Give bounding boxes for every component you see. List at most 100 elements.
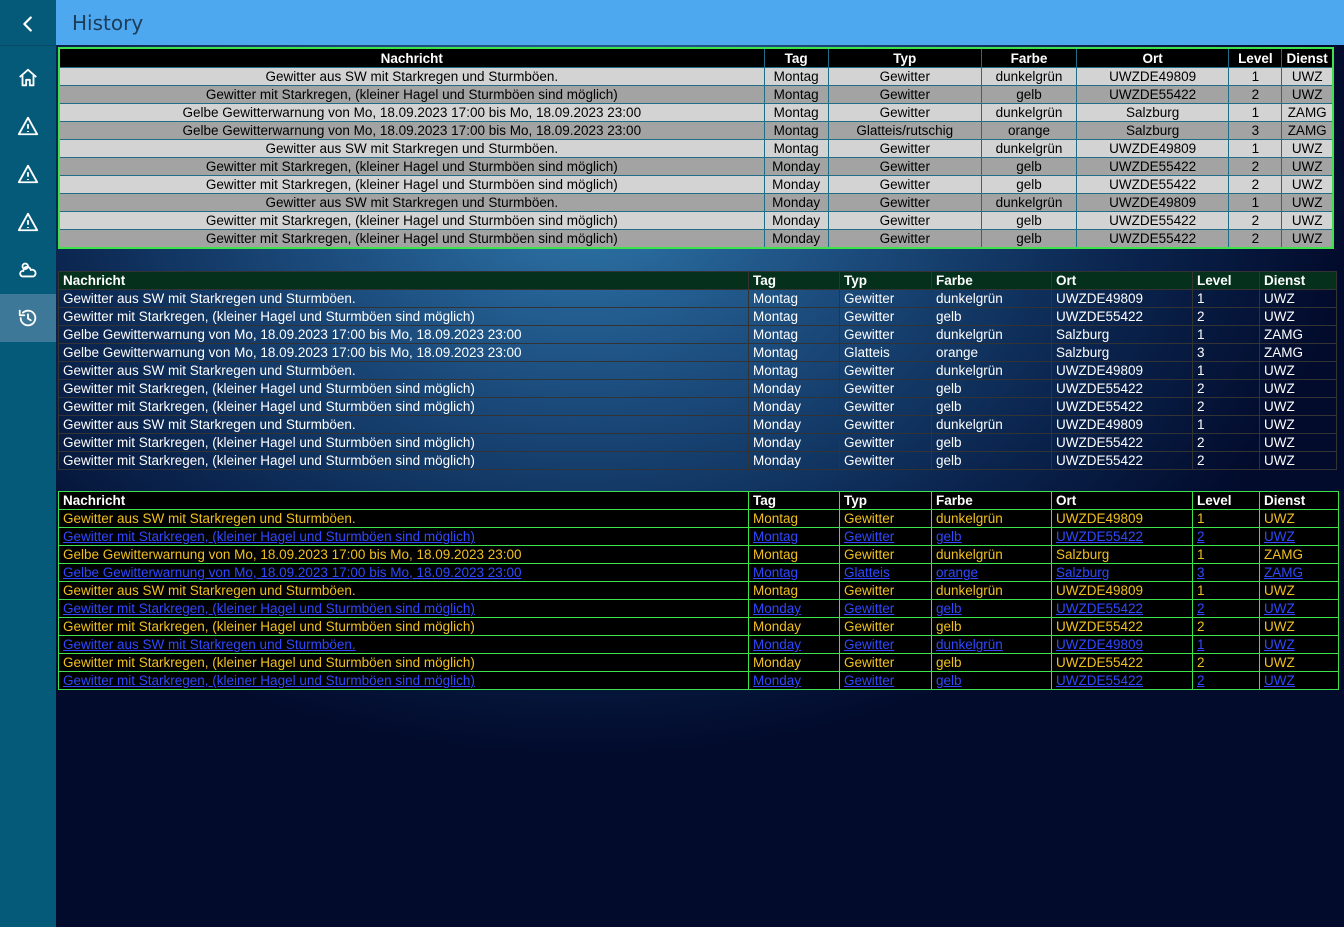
sidebar-item-warning-2[interactable] [0, 150, 56, 198]
cell-day: Monday [763, 229, 829, 249]
column-header-day: Tag [748, 271, 840, 290]
cell-day: Montag [748, 307, 840, 326]
cell-message: Gewitter mit Starkregen, (kleiner Hagel … [58, 617, 749, 636]
cell-day: Montag [748, 343, 840, 362]
cell-level: 1 [1228, 67, 1283, 86]
cell-message: Gelbe Gewitterwarnung von Mo, 18.09.2023… [58, 343, 749, 362]
cell-location: Salzburg [1051, 343, 1193, 362]
table-row[interactable]: Gewitter mit Starkregen, (kleiner Hagel … [58, 175, 1334, 194]
cell-color: dunkelgrün [931, 635, 1052, 654]
cell-message: Gewitter aus SW mit Starkregen und Sturm… [58, 635, 749, 654]
table-row[interactable]: Gewitter aus SW mit Starkregen und Sturm… [58, 415, 1337, 434]
column-header-message: Nachricht [58, 491, 749, 510]
table-row[interactable]: Gewitter mit Starkregen, (kleiner Hagel … [58, 433, 1337, 452]
table-row[interactable]: Gewitter mit Starkregen, (kleiner Hagel … [58, 229, 1334, 249]
cell-day: Monday [748, 451, 840, 470]
cell-location: UWZDE55422 [1051, 671, 1193, 690]
table-row[interactable]: Gewitter mit Starkregen, (kleiner Hagel … [58, 671, 1339, 690]
cell-level: 3 [1192, 563, 1260, 582]
table-row[interactable]: Gewitter mit Starkregen, (kleiner Hagel … [58, 451, 1337, 470]
back-button[interactable] [0, 0, 56, 48]
cell-day: Montag [763, 139, 829, 158]
column-header-service: Dienst [1281, 47, 1334, 68]
column-header-message: Nachricht [58, 271, 749, 290]
cell-location: Salzburg [1051, 325, 1193, 344]
table-row[interactable]: Gewitter mit Starkregen, (kleiner Hagel … [58, 527, 1339, 546]
cell-location: UWZDE49809 [1051, 361, 1193, 380]
cell-service: UWZ [1259, 433, 1337, 452]
sidebar-item-weather[interactable] [0, 246, 56, 294]
table-row[interactable]: Gelbe Gewitterwarnung von Mo, 18.09.2023… [58, 343, 1337, 362]
cell-color: gelb [931, 671, 1052, 690]
table-row[interactable]: Gewitter mit Starkregen, (kleiner Hagel … [58, 653, 1339, 672]
table-row[interactable]: Gewitter aus SW mit Starkregen und Sturm… [58, 193, 1334, 212]
table-row[interactable]: Gelbe Gewitterwarnung von Mo, 18.09.2023… [58, 545, 1339, 564]
cell-color: orange [980, 121, 1078, 140]
table-row[interactable]: Gewitter aus SW mit Starkregen und Sturm… [58, 635, 1339, 654]
table-row[interactable]: Gewitter mit Starkregen, (kleiner Hagel … [58, 379, 1337, 398]
table-row[interactable]: Gelbe Gewitterwarnung von Mo, 18.09.2023… [58, 121, 1334, 140]
column-header-location: Ort [1076, 47, 1230, 68]
cell-color: dunkelgrün [931, 415, 1052, 434]
table-row[interactable]: Gewitter mit Starkregen, (kleiner Hagel … [58, 599, 1339, 618]
cell-type: Gewitter [839, 379, 932, 398]
cell-level: 2 [1192, 451, 1260, 470]
sidebar-item-warning-3[interactable] [0, 198, 56, 246]
cell-day: Montag [763, 121, 829, 140]
cell-location: Salzburg [1051, 545, 1193, 564]
sidebar-item-home[interactable] [0, 54, 56, 102]
cell-type: Gewitter [839, 527, 932, 546]
sidebar [0, 0, 56, 927]
cell-color: gelb [931, 451, 1052, 470]
table-row[interactable]: Gewitter mit Starkregen, (kleiner Hagel … [58, 307, 1337, 326]
cell-service: UWZ [1259, 307, 1337, 326]
table-row[interactable]: Gewitter mit Starkregen, (kleiner Hagel … [58, 85, 1334, 104]
cell-day: Montag [748, 563, 840, 582]
cell-location: UWZDE49809 [1076, 193, 1230, 212]
table-row[interactable]: Gewitter aus SW mit Starkregen und Sturm… [58, 361, 1337, 380]
table-row[interactable]: Gewitter mit Starkregen, (kleiner Hagel … [58, 617, 1339, 636]
table-row[interactable]: Gewitter mit Starkregen, (kleiner Hagel … [58, 211, 1334, 230]
cell-type: Gewitter [827, 67, 982, 86]
cell-level: 2 [1192, 379, 1260, 398]
table-row[interactable]: Gelbe Gewitterwarnung von Mo, 18.09.2023… [58, 325, 1337, 344]
cell-level: 2 [1192, 307, 1260, 326]
cell-message: Gewitter mit Starkregen, (kleiner Hagel … [58, 433, 749, 452]
cell-service: UWZ [1281, 175, 1334, 194]
cell-type: Gewitter [839, 635, 932, 654]
cell-level: 1 [1192, 289, 1260, 308]
cell-color: gelb [931, 599, 1052, 618]
cell-level: 3 [1192, 343, 1260, 362]
cell-service: UWZ [1259, 635, 1339, 654]
table-row[interactable]: Gewitter aus SW mit Starkregen und Sturm… [58, 289, 1337, 308]
column-header-message: Nachricht [58, 47, 765, 68]
cell-location: UWZDE49809 [1051, 415, 1193, 434]
cell-level: 2 [1228, 229, 1283, 249]
cell-message: Gewitter mit Starkregen, (kleiner Hagel … [58, 451, 749, 470]
table-row[interactable]: Gewitter mit Starkregen, (kleiner Hagel … [58, 397, 1337, 416]
table-row[interactable]: Gewitter aus SW mit Starkregen und Sturm… [58, 139, 1334, 158]
warning-icon [17, 116, 39, 136]
sidebar-item-history[interactable] [0, 294, 56, 342]
cell-message: Gewitter mit Starkregen, (kleiner Hagel … [58, 229, 765, 249]
table-row[interactable]: Gewitter mit Starkregen, (kleiner Hagel … [58, 157, 1334, 176]
sidebar-item-warning-1[interactable] [0, 102, 56, 150]
table-row[interactable]: Gewitter aus SW mit Starkregen und Sturm… [58, 67, 1334, 86]
sidebar-divider [0, 45, 56, 46]
table-row[interactable]: Gewitter aus SW mit Starkregen und Sturm… [58, 509, 1339, 528]
cell-location: UWZDE55422 [1076, 175, 1230, 194]
cell-level: 2 [1192, 433, 1260, 452]
cell-service: UWZ [1259, 671, 1339, 690]
cell-type: Gewitter [827, 193, 982, 212]
cell-color: gelb [980, 211, 1078, 230]
cell-location: UWZDE55422 [1051, 599, 1193, 618]
table-row[interactable]: Gelbe Gewitterwarnung von Mo, 18.09.2023… [58, 563, 1339, 582]
cell-level: 1 [1192, 415, 1260, 434]
cell-level: 2 [1192, 527, 1260, 546]
history-content: Nachricht Tag Typ Farbe Ort Level Dienst Gewit… [56, 45, 1344, 927]
table-row[interactable]: Gewitter aus SW mit Starkregen und Sturm… [58, 581, 1339, 600]
table-row[interactable]: Gelbe Gewitterwarnung von Mo, 18.09.2023… [58, 103, 1334, 122]
cell-message: Gewitter aus SW mit Starkregen und Sturm… [58, 139, 765, 158]
cell-service: UWZ [1259, 653, 1339, 672]
cell-level: 1 [1192, 509, 1260, 528]
